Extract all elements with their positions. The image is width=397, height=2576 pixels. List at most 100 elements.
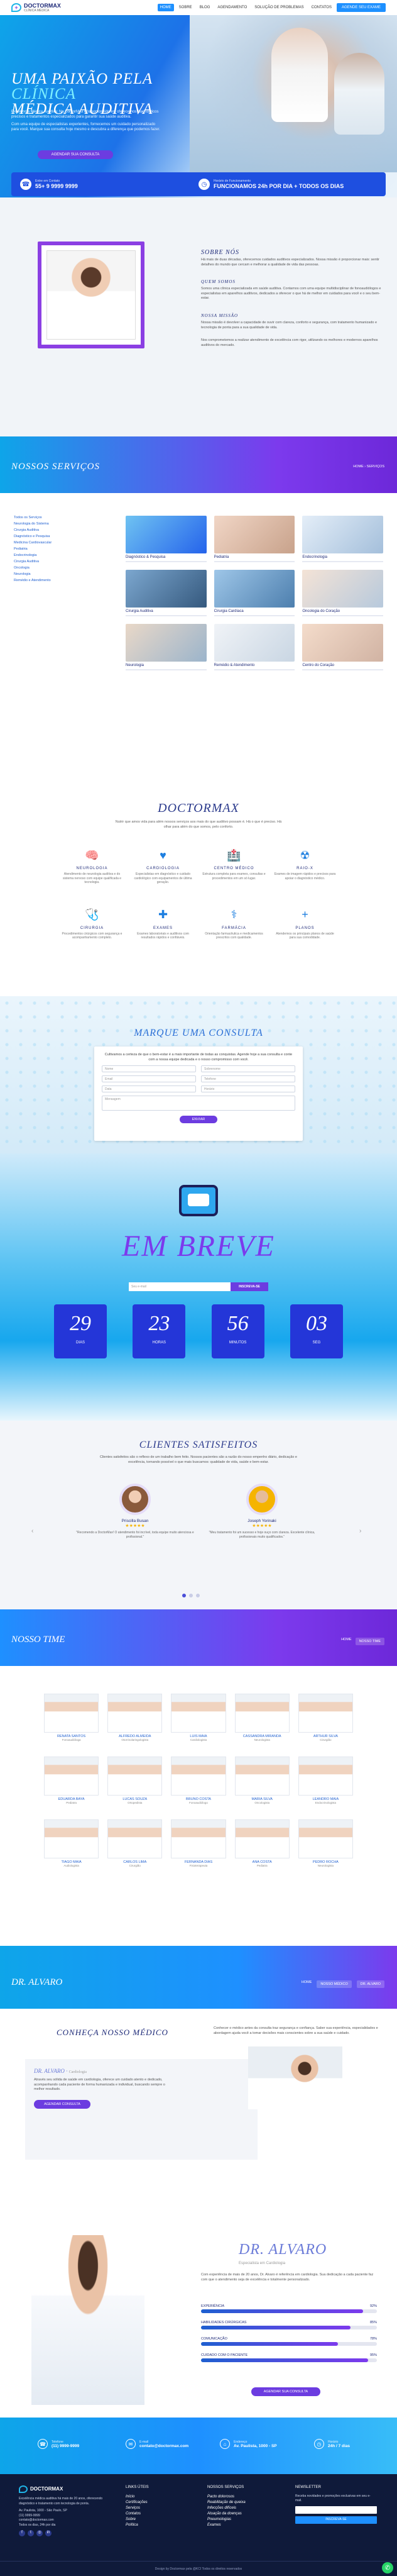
footer-link[interactable]: Exames [207,2523,283,2528]
crumb-home[interactable]: HOME [341,1638,352,1645]
footer-link[interactable]: Infecções difíceis [207,2506,283,2511]
service-link[interactable]: Neurologia [14,572,68,576]
nav-sobre[interactable]: SOBRE [177,4,195,11]
footer-link[interactable]: Atuação da doenças [207,2511,283,2517]
logo-subtitle: CLÍNICA MÉDICA [24,8,50,13]
email-field[interactable]: Email [102,1075,196,1082]
team-member[interactable]: LEANDRO MAIA Endocrinologista [298,1757,353,1804]
header-cta-button[interactable]: AGENDE SEU EXAME [336,3,386,12]
service-name: Centro do Coração [302,663,335,667]
service-link[interactable]: Remédio e Atendimento [14,579,68,582]
nav-agendamento[interactable]: AGENDAMENTO [215,4,249,11]
service-link[interactable]: Pediatria [14,547,68,551]
service-card[interactable]: Cirurgia Cardíaca [214,570,295,616]
footer-services: NOSSOS SERVIÇOS Pacto dolorosos Reabilitaç… [207,2485,283,2528]
newsletter-email-input[interactable] [295,2506,377,2514]
contact-item[interactable]: ☎ Telefone (11) 9999-9999 [38,2439,79,2449]
service-link[interactable]: Todos os Serviços [14,516,68,519]
phone-icon: ☎ [38,2439,48,2449]
service-card[interactable]: Pediatria [214,516,295,562]
team-title: NOSSO TIME [11,1635,65,1645]
team-member[interactable]: ARTHUR SILVA Cirurgião [298,1694,353,1741]
doctor-role: Especialista em Cardiologia [239,2262,286,2265]
brand-logo[interactable]: + DOCTORMAX CLÍNICA MÉDICA [11,3,61,13]
service-card[interactable]: Oncologia do Coração [302,570,383,616]
team-member[interactable]: FERNANDA DIAS Fisioterapeuta [171,1819,226,1867]
team-member[interactable]: ALFREDO ALMEIDA Otorrinolaringologista [107,1694,163,1741]
prev-arrow-icon[interactable]: ‹ [31,1528,33,1535]
team-member[interactable]: RENATA SANTOS Fonoaudióloga [44,1694,99,1741]
newsletter-button[interactable]: INSCREVA-SE [295,2516,377,2524]
last-name-field[interactable]: Sobrenome [201,1065,295,1072]
crumb-home[interactable]: HOME [302,1980,312,1988]
service-link[interactable]: Oncologia [14,566,68,570]
service-card[interactable]: Neurologia [126,624,207,670]
service-link[interactable]: Endocrinologia [14,553,68,557]
facebook-icon[interactable]: f [19,2530,25,2536]
features-title: DOCTORMAX [158,801,239,815]
service-card[interactable]: Cirurgia Auditiva [126,570,207,616]
date-field[interactable]: Data [102,1085,196,1092]
next-arrow-icon[interactable]: › [359,1528,361,1535]
team-member[interactable]: PEDRO ROCHA Neurologista [298,1819,353,1867]
phone-field[interactable]: Telefone [201,1075,295,1082]
doctor-box: DR. ALVARO · Cardiologia Através seu sól… [25,2059,258,2160]
team-member[interactable]: BRUNO COSTA Fonoaudiólogo [171,1757,226,1804]
feature-item: 🩺 CIRURGIA Procedimentos cirúrgicos com se… [57,906,128,940]
doctor-box-button[interactable]: AGENDAR CONSULTA [34,2099,90,2109]
footer-link[interactable]: Contatos [126,2511,195,2517]
crumb-doctors[interactable]: NOSSO MÉDICO [317,1980,352,1988]
nav-blog[interactable]: BLOG [197,4,213,11]
team-member[interactable]: LUCAS SOUZA Ortopedista [107,1757,163,1804]
instagram-icon[interactable]: ◎ [36,2530,43,2536]
footer-link[interactable]: Política [126,2523,195,2528]
footer-link[interactable]: Certificações [126,2500,195,2506]
footer-link[interactable]: Sobre [126,2517,195,2523]
breadcrumb[interactable]: HOME › SERVIÇOS [353,465,384,469]
message-field[interactable]: Mensagem [102,1096,295,1111]
nav-solucao[interactable]: SOLUÇÃO DE PROBLEMAS [252,4,306,11]
subscribe-button[interactable]: INSCREVA-SE [231,1282,268,1291]
service-link[interactable]: Neurologia do Sistema [14,522,68,526]
service-card[interactable]: Endocrinologia [302,516,383,562]
footer-link[interactable]: Pacto dolorosos [207,2494,283,2500]
service-card[interactable]: Diagnóstico & Pesquisa [126,516,207,562]
footer-link[interactable]: Reabilitação de queixa [207,2500,283,2506]
service-image [302,624,383,662]
footer-link[interactable]: Início [126,2494,195,2500]
first-name-field[interactable]: Nome [102,1065,196,1072]
contact-item[interactable]: ✉ E-mail contato@doctormax.com [126,2439,188,2449]
service-card[interactable]: Remédio & Atendimento [214,624,295,670]
nav-home[interactable]: HOME [157,4,174,11]
about-section: SOBRE NÓS Há mais de duas décadas, ofere… [0,197,397,436]
logo-icon [19,2485,28,2493]
subscribe-email-input[interactable]: Seu e-mail [129,1282,231,1291]
nav-contatos[interactable]: CONTATOS [309,4,334,11]
linkedin-icon[interactable]: in [45,2530,52,2536]
hero-schedule-button[interactable]: AGENDAR SUA CONSULTA [38,150,113,159]
team-member[interactable]: TIAGO MAIA Audiologista [44,1819,99,1867]
submit-button[interactable]: ENVIAR [180,1116,217,1123]
service-link[interactable]: Cirurgia Auditiva [14,528,68,532]
member-photo [107,1819,163,1858]
twitter-icon[interactable]: t [28,2530,34,2536]
team-member[interactable]: CARLOS LIMA Cirurgião [107,1819,163,1867]
member-role: Oncologista [254,1801,270,1804]
footer-link[interactable]: Serviços [126,2506,195,2511]
time-field[interactable]: Horário [201,1085,295,1092]
footer-link[interactable]: Pneumologias [207,2517,283,2523]
team-member[interactable]: CASSANDRA MIRANDA Neurologista [234,1694,290,1741]
team-member[interactable]: MARIA SILVA Oncologista [234,1757,290,1804]
team-member[interactable]: LUIS MAIA Cardiologista [171,1694,226,1741]
service-card[interactable]: Centro do Coração [302,624,383,670]
service-link[interactable]: Diagnóstico e Pesquisa [14,535,68,538]
service-link[interactable]: Cirurgia Auditiva [14,560,68,564]
whatsapp-icon[interactable]: ✆ [382,2562,393,2573]
team-member[interactable]: EDUARDA BAYA Pediatra [44,1757,99,1804]
service-link[interactable]: Medicina Cardiovascular [14,541,68,545]
strip-phone[interactable]: ☎ Entre em Contato 55+ 9 9999 9999 [20,179,198,190]
team-member[interactable]: ANA COSTA Pediatra [234,1819,290,1867]
hero-image [190,15,397,172]
profile-schedule-button[interactable]: AGENDAR SUA CONSULTA [251,2387,320,2396]
doctor-photo [46,250,136,340]
